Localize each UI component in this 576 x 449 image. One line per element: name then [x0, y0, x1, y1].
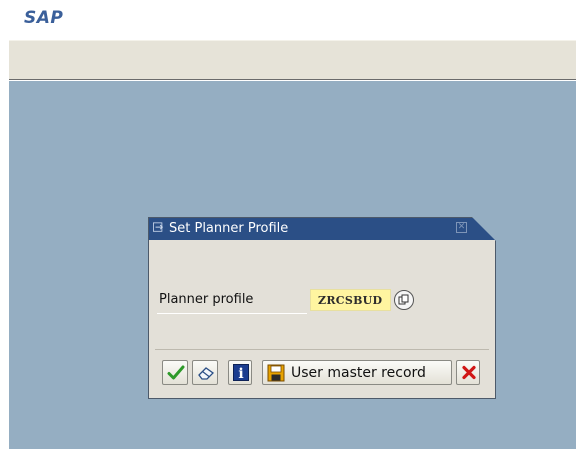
set-planner-profile-dialog: Set Planner Profile ✕ Planner profile ZR… — [148, 217, 496, 399]
cancel-x-icon — [462, 365, 476, 380]
dialog-close-icon[interactable]: ✕ — [456, 222, 467, 233]
title-bar-corner — [472, 217, 496, 241]
checkmark-icon — [167, 365, 185, 380]
dialog-title: Set Planner Profile — [169, 221, 289, 236]
sap-logo: SAP — [24, 8, 64, 28]
planner-profile-label: Planner profile — [159, 292, 254, 307]
dialog-title-bar[interactable]: Set Planner Profile ✕ — [149, 217, 496, 241]
user-master-record-label: User master record — [291, 365, 426, 381]
planner-profile-input[interactable]: ZRCSBUD — [310, 289, 391, 311]
eraser-icon — [198, 367, 215, 380]
sap-title-bar: SAP — [0, 0, 576, 40]
possible-entries-icon — [398, 294, 409, 305]
info-icon: i — [233, 364, 249, 381]
save-icon — [267, 364, 285, 382]
cancel-button[interactable] — [456, 360, 480, 385]
info-button[interactable]: i — [228, 360, 252, 385]
svg-text:i: i — [238, 366, 243, 381]
continue-button[interactable] — [162, 360, 188, 385]
dialog-window-icon — [153, 222, 164, 232]
possible-entries-button[interactable] — [394, 290, 414, 310]
field-underline — [157, 313, 307, 314]
delete-entry-button[interactable] — [192, 360, 218, 385]
application-toolbar — [9, 40, 576, 80]
button-bar-divider — [155, 349, 489, 350]
user-master-record-button[interactable]: User master record — [262, 360, 452, 385]
